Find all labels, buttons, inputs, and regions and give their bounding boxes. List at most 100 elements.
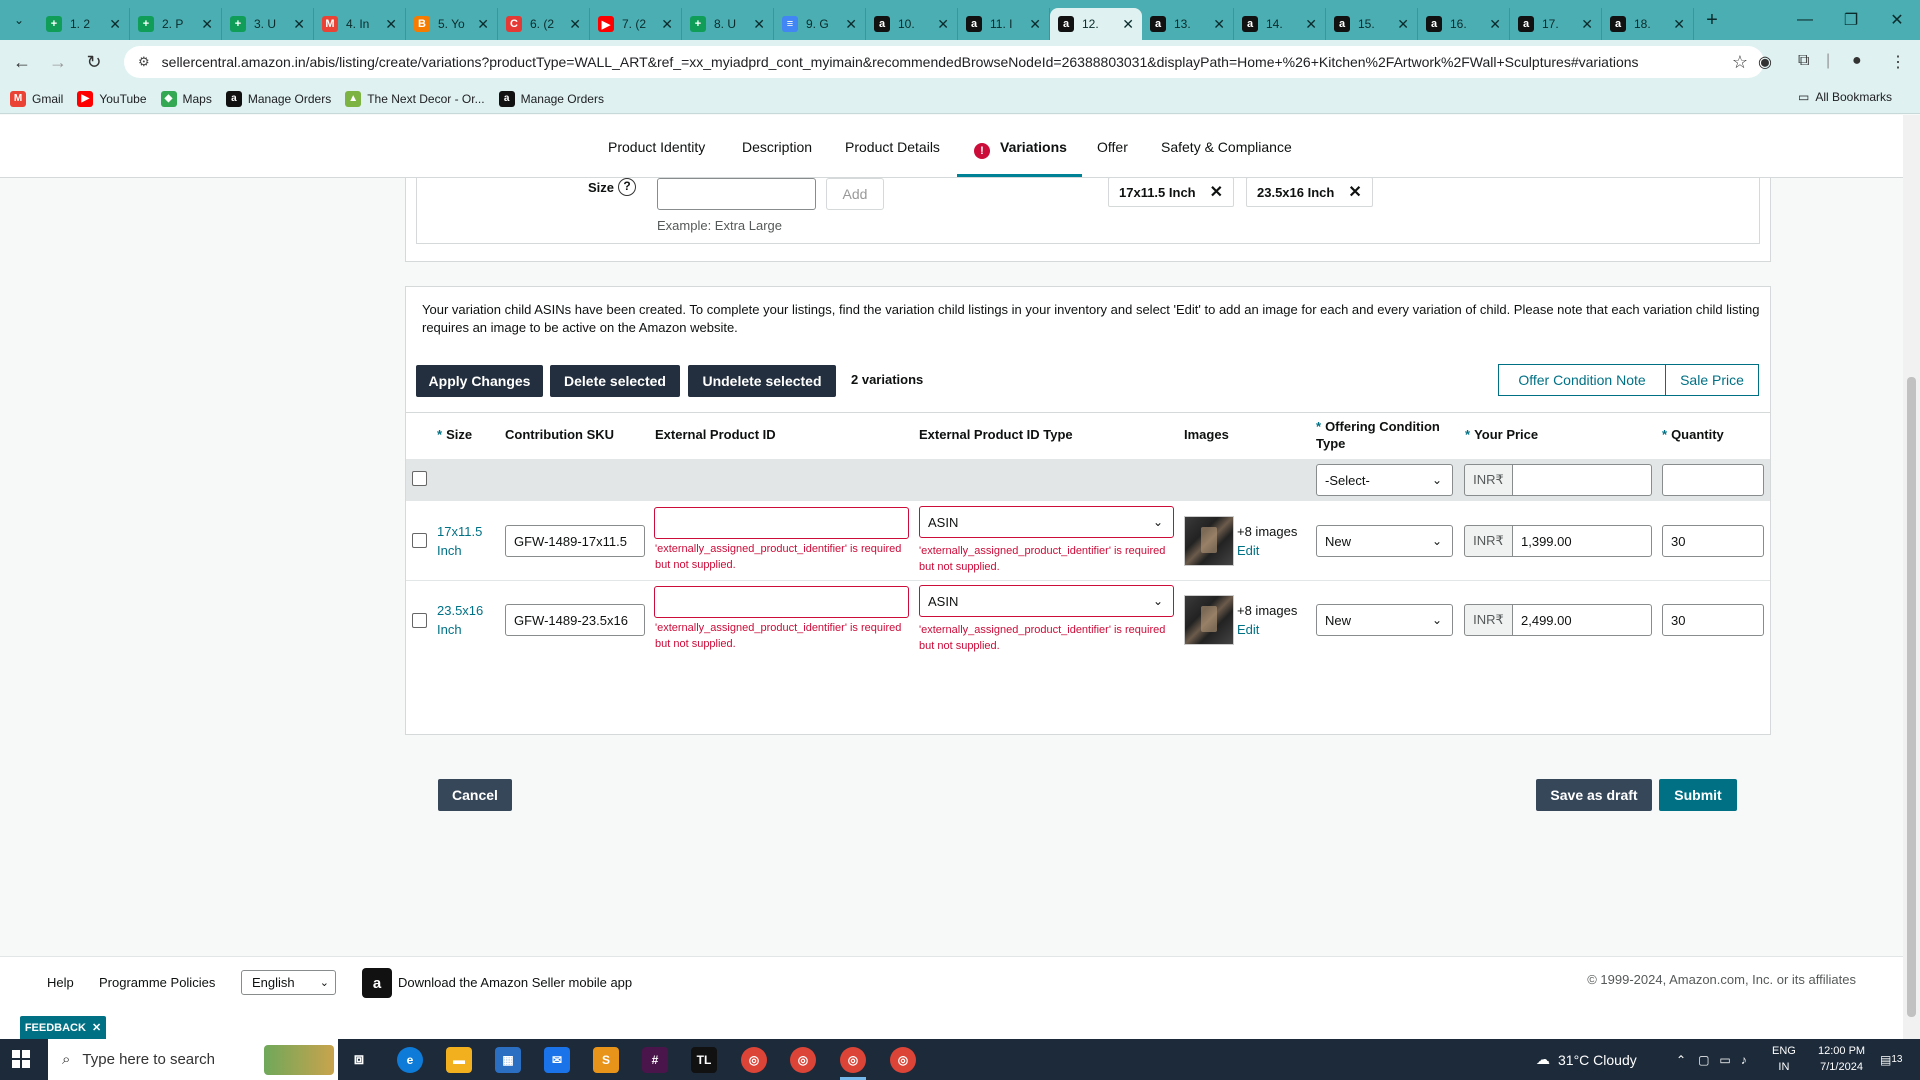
bulk-price-input[interactable] — [1512, 464, 1652, 496]
sublime-icon[interactable]: S — [593, 1047, 619, 1073]
help-link[interactable]: Help — [47, 975, 74, 990]
row-size-link[interactable]: 17x11.5 Inch — [437, 522, 497, 560]
edit-images-link[interactable]: Edit — [1237, 622, 1259, 637]
price-input[interactable]: 1,399.00 — [1512, 525, 1652, 557]
product-thumbnail[interactable] — [1184, 595, 1234, 645]
language-select[interactable]: English ⌄ — [241, 970, 336, 995]
browser-tab[interactable]: ▶ 7. (2 ✕ — [590, 8, 682, 40]
undelete-selected-button[interactable]: Undelete selected — [688, 365, 836, 397]
add-size-button[interactable]: Add — [826, 178, 884, 210]
close-tab-icon[interactable]: ✕ — [1489, 16, 1501, 33]
close-tab-icon[interactable]: ✕ — [569, 16, 581, 33]
external-product-id-input[interactable] — [654, 507, 909, 539]
bookmark-item[interactable]: ▶ YouTube — [77, 90, 147, 107]
bookmark-item[interactable]: ◆ Maps — [160, 90, 212, 107]
site-info-icon[interactable]: ⚙ — [138, 54, 150, 70]
chevron-up-icon[interactable]: ⌃ — [1676, 1053, 1686, 1067]
browser-tab[interactable]: a 16. ✕ — [1418, 8, 1510, 40]
close-tab-icon[interactable]: ✕ — [1581, 16, 1593, 33]
close-tab-icon[interactable]: ✕ — [1397, 16, 1409, 33]
row-size-link[interactable]: 23.5x16 Inch — [437, 601, 497, 639]
browser-tab[interactable]: a 17. ✕ — [1510, 8, 1602, 40]
quantity-input[interactable]: 30 — [1662, 604, 1764, 636]
mail-icon[interactable]: ✉ — [544, 1047, 570, 1073]
browser-tab[interactable]: a 15. ✕ — [1326, 8, 1418, 40]
sku-input[interactable]: GFW-1489-23.5x16 — [505, 604, 645, 636]
size-input[interactable] — [657, 178, 816, 210]
price-input[interactable]: 2,499.00 — [1512, 604, 1652, 636]
programme-policies-link[interactable]: Programme Policies — [99, 975, 215, 990]
bulk-condition-select[interactable]: -Select- ⌄ — [1316, 464, 1453, 496]
condition-select[interactable]: New ⌄ — [1316, 604, 1453, 636]
minimize-icon[interactable]: — — [1782, 0, 1828, 40]
download-app-link[interactable]: Download the Amazon Seller mobile app — [398, 975, 632, 990]
bookmark-item[interactable]: ▲ The Next Decor - Or... — [345, 90, 485, 107]
browser-tab[interactable]: +2. P ✕ — [130, 8, 222, 40]
browser-tab[interactable]: ≡ 9. G ✕ — [774, 8, 866, 40]
remove-chip-icon[interactable]: ✕ — [1348, 182, 1361, 202]
volume-icon[interactable]: ♪ — [1741, 1053, 1747, 1067]
close-tab-icon[interactable]: ✕ — [477, 16, 489, 33]
extensions-puzzle-icon[interactable]: ⧉ — [1798, 52, 1809, 70]
offer-condition-note-button[interactable]: Offer Condition Note — [1498, 364, 1666, 396]
browser-tab[interactable]: a 12. ✕ — [1050, 8, 1142, 40]
browser-tab[interactable]: B 5. Yo ✕ — [406, 8, 498, 40]
close-tab-icon[interactable]: ✕ — [109, 16, 121, 33]
bulk-quantity-input[interactable] — [1662, 464, 1764, 496]
weather-widget[interactable]: ☁ 31°C Cloudy — [1536, 1039, 1637, 1080]
browser-tab[interactable]: +1. 2 ✕ — [38, 8, 130, 40]
save-as-draft-button[interactable]: Save as draft — [1536, 779, 1652, 811]
bookmark-item[interactable]: M Gmail — [10, 90, 63, 107]
task-view-icon[interactable]: ⧈ — [346, 1047, 372, 1073]
chrome-menu-icon[interactable]: ⋮ — [1890, 52, 1906, 72]
url-bar[interactable]: ⚙ sellercentral.amazon.in/abis/listing/c… — [124, 46, 1764, 78]
external-id-type-select[interactable]: ASIN ⌄ — [919, 506, 1174, 538]
tab-safety-compliance[interactable]: Safety & Compliance — [1161, 139, 1292, 155]
help-icon[interactable]: ? — [618, 178, 636, 196]
tab-product-identity[interactable]: Product Identity — [608, 139, 705, 155]
close-tab-icon[interactable]: ✕ — [1122, 16, 1134, 33]
chrome-icon[interactable]: ◎ — [890, 1047, 916, 1073]
external-id-type-select[interactable]: ASIN ⌄ — [919, 585, 1174, 617]
chrome-icon[interactable]: ◎ — [840, 1047, 866, 1073]
browser-tab[interactable]: C 6. (2 ✕ — [498, 8, 590, 40]
browser-tab[interactable]: a 14. ✕ — [1234, 8, 1326, 40]
file-explorer-icon[interactable]: ▬ — [446, 1047, 472, 1073]
condition-select[interactable]: New ⌄ — [1316, 525, 1453, 557]
slack-icon[interactable]: # — [642, 1047, 668, 1073]
sku-input[interactable]: GFW-1489-17x11.5 — [505, 525, 645, 557]
new-tab-button[interactable]: + — [1694, 9, 1730, 32]
close-tab-icon[interactable]: ✕ — [201, 16, 213, 33]
sale-price-button[interactable]: Sale Price — [1665, 364, 1759, 396]
browser-tab[interactable]: M 4. In ✕ — [314, 8, 406, 40]
browser-tab[interactable]: a 10. ✕ — [866, 8, 958, 40]
browser-tab[interactable]: +8. U ✕ — [682, 8, 774, 40]
browser-tab[interactable]: a 18. ✕ — [1602, 8, 1694, 40]
close-window-icon[interactable]: ✕ — [1874, 0, 1920, 40]
tab-search-icon[interactable]: ⌄ — [0, 0, 38, 40]
browser-tab[interactable]: a 13. ✕ — [1142, 8, 1234, 40]
chrome-icon[interactable]: ◎ — [790, 1047, 816, 1073]
forward-icon[interactable]: → — [44, 52, 72, 73]
scrollbar-thumb[interactable] — [1907, 377, 1916, 1017]
bookmark-item[interactable]: a Manage Orders — [498, 90, 604, 107]
row-select-checkbox[interactable] — [412, 613, 427, 628]
cancel-button[interactable]: Cancel — [438, 779, 512, 811]
bookmark-star-icon[interactable]: ☆ — [1732, 52, 1748, 73]
tally-icon[interactable]: TL — [691, 1047, 717, 1073]
select-all-checkbox[interactable] — [412, 471, 427, 486]
search-highlight-icon[interactable] — [264, 1045, 334, 1075]
external-product-id-input[interactable] — [654, 586, 909, 618]
browser-tab[interactable]: +3. U ✕ — [222, 8, 314, 40]
close-icon[interactable]: ✕ — [92, 1021, 101, 1034]
close-tab-icon[interactable]: ✕ — [1213, 16, 1225, 33]
quantity-input[interactable]: 30 — [1662, 525, 1764, 557]
tab-product-details[interactable]: Product Details — [845, 139, 940, 155]
page-scrollbar[interactable] — [1903, 115, 1920, 1039]
product-thumbnail[interactable] — [1184, 516, 1234, 566]
close-tab-icon[interactable]: ✕ — [1305, 16, 1317, 33]
restore-icon[interactable]: ❐ — [1828, 0, 1874, 40]
windows-start-icon[interactable] — [12, 1050, 30, 1068]
extension-icon[interactable]: ◉ — [1758, 52, 1772, 72]
browser-tab[interactable]: a 11. I ✕ — [958, 8, 1050, 40]
